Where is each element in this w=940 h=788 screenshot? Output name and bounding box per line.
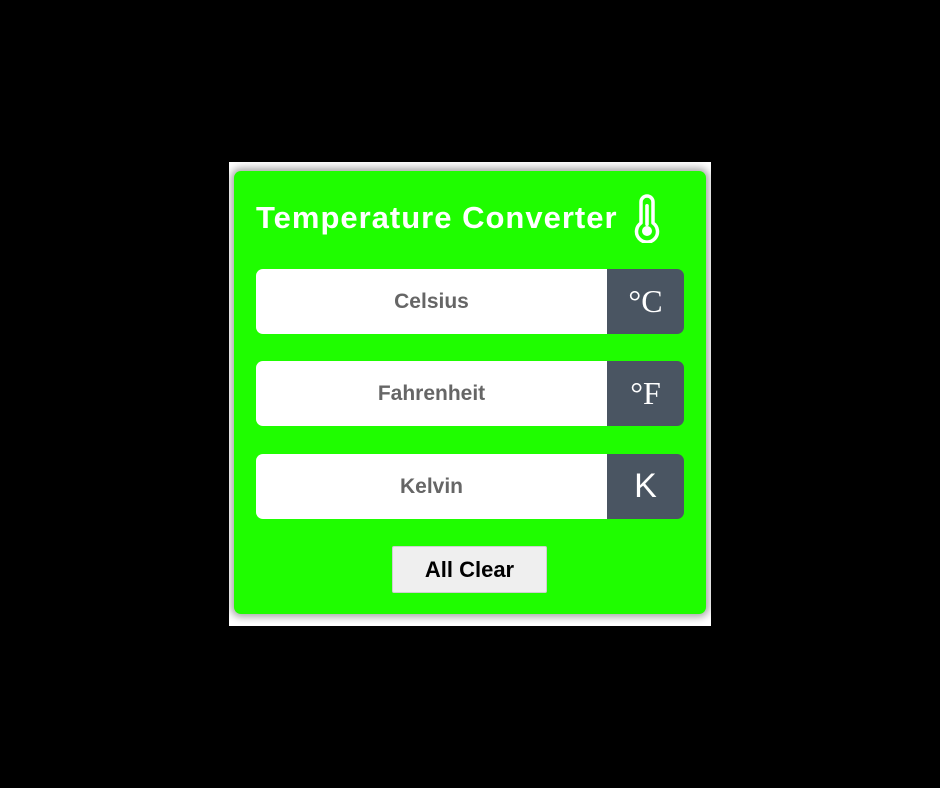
page-title: Temperature Converter [256, 200, 618, 235]
celsius-unit-label: °C [607, 269, 684, 334]
kelvin-input[interactable] [256, 454, 607, 519]
kelvin-unit-label: K [607, 454, 684, 519]
all-clear-button[interactable]: All Clear [392, 546, 547, 593]
converter-card: Temperature Converter °C °F K All Clear [234, 171, 706, 614]
thermometer-icon [634, 194, 659, 243]
fahrenheit-unit-label: °F [607, 361, 684, 426]
kelvin-field-group: K [256, 454, 684, 519]
celsius-field-group: °C [256, 269, 684, 334]
app-frame: Temperature Converter °C °F K All Clear [229, 162, 711, 626]
fahrenheit-field-group: °F [256, 361, 684, 426]
header: Temperature Converter [256, 193, 662, 243]
celsius-input[interactable] [256, 269, 607, 334]
fahrenheit-input[interactable] [256, 361, 607, 426]
